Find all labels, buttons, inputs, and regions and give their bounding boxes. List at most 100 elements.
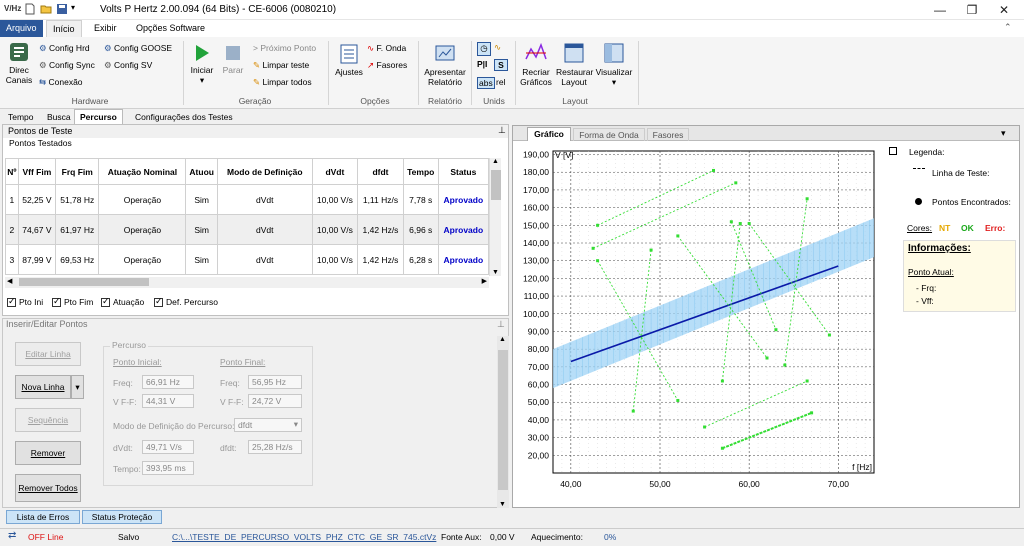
remover-button[interactable]: Remover [15, 441, 81, 465]
dvdt-field[interactable]: 49,71 V/s [142, 440, 194, 454]
direc-canais-icon [10, 43, 28, 61]
wave-unit-icon[interactable]: ∿ [494, 42, 501, 53]
graph-menu-icon[interactable]: ▾ [1001, 128, 1006, 139]
ribbon-collapse-icon[interactable]: ⌃ [1004, 22, 1012, 33]
vff-ini-field[interactable]: 44,31 V [142, 394, 194, 408]
vhz-chart[interactable]: 40,00 50,00 60,00 70,00 20,00 30,00 40,00 50,00… [516, 143, 902, 503]
close-button[interactable]: ✕ [988, 0, 1020, 20]
column-header[interactable]: Status [437, 158, 490, 185]
table-cell: 1,42 Hz/s [357, 244, 404, 275]
pin-icon[interactable]: ⊥ [498, 125, 506, 136]
tab-tempo[interactable]: Tempo [2, 109, 40, 124]
table-row[interactable]: 1 52,25 V 51,78 Hz Operação Sim dVdt 10,00 V/s… [5, 184, 490, 215]
table-scrollbar[interactable]: ▲ ▼ [489, 158, 501, 276]
column-header[interactable]: Atuação Nominal [98, 158, 187, 185]
restaurar-layout-button[interactable]: Restaurar Layout [556, 41, 593, 87]
table-cell: 2 [5, 214, 19, 245]
scroll-right-icon[interactable]: ▶ [482, 277, 487, 285]
column-header[interactable]: Nº [5, 158, 19, 185]
column-header[interactable]: dVdt [311, 158, 359, 185]
column-header[interactable]: Vff Fim [17, 158, 57, 185]
table-row[interactable]: 2 74,67 V 61,97 Hz Operação Sim dVdt 10,00 V/s… [5, 214, 490, 245]
freq-ini-field[interactable]: 66,91 Hz [142, 375, 194, 389]
menu-arquivo[interactable]: Arquivo [0, 20, 43, 37]
pu-unit-icon[interactable]: P|I [477, 59, 487, 69]
tab-percurso[interactable]: Percurso [74, 109, 123, 124]
column-header[interactable]: Modo de Definição [216, 158, 313, 185]
check-pto-ini[interactable]: Pto Ini [7, 296, 43, 308]
proximo-ponto-button[interactable]: > Próximo Ponto [253, 43, 316, 53]
check-def-percurso[interactable]: Def. Percurso [154, 296, 218, 308]
menu-exibir[interactable]: Exibir [88, 20, 123, 37]
scroll-up-icon[interactable]: ▲ [492, 158, 499, 165]
vff-fim-field[interactable]: 24,72 V [248, 394, 302, 408]
column-header[interactable]: Frq Fim [55, 158, 100, 185]
direc-canais-button[interactable]: Direc Canais [4, 41, 34, 85]
inserir-scroll-down-icon[interactable]: ▼ [499, 501, 506, 508]
abs-button[interactable]: abs [477, 77, 495, 89]
parar-button[interactable]: Parar [220, 43, 246, 75]
minimize-button[interactable]: — [924, 0, 956, 20]
chart-maximize-icon[interactable] [889, 147, 897, 155]
inserir-pin-icon[interactable]: ⊥ [497, 319, 505, 330]
ajustes-button[interactable]: Ajustes [334, 43, 364, 77]
menu-opcoes-software[interactable]: Opções Software [130, 20, 211, 37]
tab-lista-erros[interactable]: Lista de Erros [6, 510, 80, 524]
visualizar-button[interactable]: Visualizar ▾ [595, 41, 633, 87]
save-icon[interactable] [56, 3, 68, 15]
aquecimento-value: 0% [604, 532, 617, 542]
remover-todos-button[interactable]: Remover Todos [15, 474, 81, 502]
tab-status-protecao[interactable]: Status Proteção [82, 510, 162, 524]
s-unit-button[interactable]: S [494, 59, 508, 71]
limpar-todos-button[interactable]: ✎ Limpar todos [253, 77, 312, 88]
clock-unit-button[interactable]: ◷ [477, 42, 491, 56]
broom-icon: ✎ [253, 60, 261, 70]
tempo-field[interactable]: 393,95 ms [142, 461, 194, 475]
conexao-button[interactable]: ⇆ Conexão [39, 77, 83, 88]
forma-onda-button[interactable]: ∿ F. Onda [367, 43, 406, 54]
status-path-link[interactable]: C:\...\TESTE_DE_PERCURSO_VOLTS_PHZ_CTC_G… [172, 532, 436, 542]
table-cell: dVdt [216, 244, 313, 275]
quick-access-dropdown-icon[interactable]: ▾ [71, 3, 83, 15]
config-sv-button[interactable]: ⚙ Config SV [104, 60, 152, 71]
config-hrd-button[interactable]: ⚙ Config Hrd [39, 43, 90, 54]
tab-forma-onda[interactable]: Forma de Onda [573, 128, 645, 141]
check-atuacao[interactable]: Atuação [101, 296, 144, 308]
freq-fim-field[interactable]: 56,95 Hz [248, 375, 302, 389]
check-pto-fim[interactable]: Pto Fim [52, 296, 93, 308]
nova-linha-dropdown-icon[interactable]: ▾ [71, 375, 84, 399]
table-hscrollbar[interactable]: ◀ ▶ [5, 277, 489, 288]
tab-busca[interactable]: Busca [41, 109, 77, 124]
limpar-teste-button[interactable]: ✎ Limpar teste [253, 60, 309, 71]
tab-configuracoes[interactable]: Configurações dos Testes [129, 109, 239, 124]
scroll-left-icon[interactable]: ◀ [7, 277, 12, 285]
open-folder-icon[interactable] [40, 3, 52, 15]
nova-linha-button[interactable]: Nova Linha [15, 375, 71, 399]
tab-fasores[interactable]: Fasores [647, 128, 689, 141]
table-row[interactable]: 3 87,99 V 69,53 Hz Operação Sim dVdt 10,00 V/s… [5, 244, 490, 275]
fasores-button[interactable]: ↗ Fasores [367, 60, 407, 71]
column-header[interactable]: dfdt [357, 158, 404, 185]
modo-select[interactable]: dfdt ▾ [234, 418, 302, 432]
column-header[interactable]: Atuou [185, 158, 218, 185]
menu-inicio[interactable]: Início [46, 20, 82, 37]
new-file-icon[interactable] [24, 3, 36, 15]
connection-icon[interactable]: ⇄ [8, 530, 16, 541]
config-sync-button[interactable]: ⚙ Config Sync [39, 60, 95, 71]
maximize-button[interactable]: ❐ [956, 0, 988, 20]
column-header[interactable]: Tempo [402, 158, 439, 185]
editar-linha-button[interactable]: Editar Linha [15, 342, 81, 366]
inserir-scrollbar[interactable]: ▲ ▼ [497, 336, 509, 508]
apresentar-relatorio-button[interactable]: Apresentar Relatório [422, 43, 468, 87]
scroll-down-icon[interactable]: ▼ [492, 269, 499, 276]
sequencia-button[interactable]: Sequência [15, 408, 81, 432]
config-goose-button[interactable]: ⚙ Config GOOSE [104, 43, 172, 54]
ponto-inicial-label: Ponto Inicial: [113, 357, 162, 367]
inserir-scroll-up-icon[interactable]: ▲ [499, 336, 506, 343]
test-path-end-point [774, 328, 778, 332]
tab-grafico[interactable]: Gráfico [527, 127, 571, 141]
rel-button[interactable]: rel [496, 77, 505, 87]
dfdt-field[interactable]: 25,28 Hz/s [248, 440, 302, 454]
recriar-graficos-button[interactable]: Recriar Gráficos [519, 41, 553, 87]
iniciar-button[interactable]: Iniciar ▾ [189, 43, 215, 85]
